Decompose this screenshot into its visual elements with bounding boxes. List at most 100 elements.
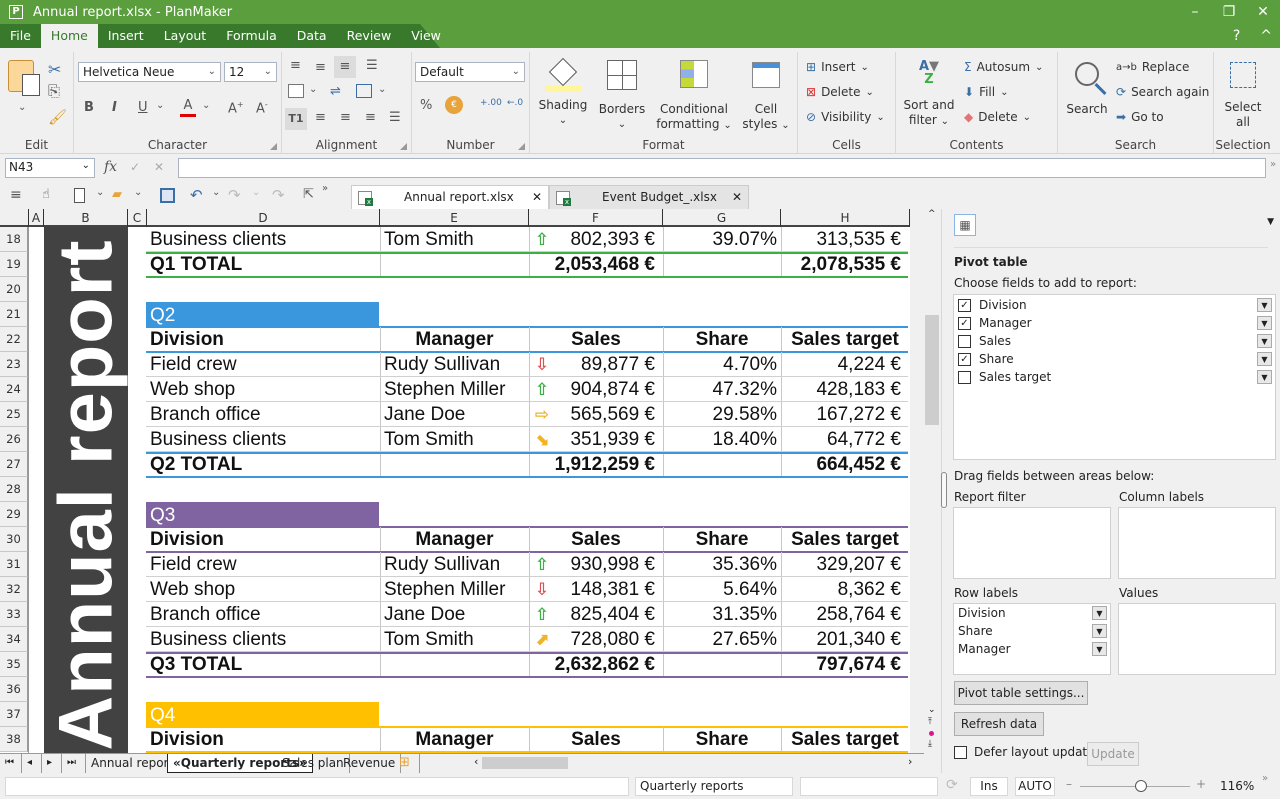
row-header[interactable]: 35 xyxy=(0,652,28,677)
row-label-item[interactable]: Share xyxy=(958,624,993,638)
menu-formula[interactable]: Formula xyxy=(216,24,287,48)
column-header-d[interactable]: D xyxy=(147,209,380,227)
column-labels-area[interactable] xyxy=(1118,507,1276,579)
paste-dropdown-icon[interactable]: ⌄ xyxy=(18,102,26,113)
report-filter-area[interactable] xyxy=(953,507,1111,579)
total-target-cell[interactable]: 797,674 € xyxy=(781,652,901,677)
target-cell[interactable]: 428,183 € xyxy=(781,377,901,402)
row-header[interactable]: 20 xyxy=(0,277,28,302)
manager-cell[interactable]: Jane Doe xyxy=(384,602,528,627)
field-checkbox[interactable]: ✓ xyxy=(958,352,971,366)
sales-cell[interactable]: 148,381 € xyxy=(529,577,655,602)
borders-dropdown-icon[interactable]: ⌄ xyxy=(378,84,386,95)
panel-menu-dropdown-icon[interactable]: ▼ xyxy=(1267,217,1274,227)
fx-icon[interactable]: fx xyxy=(104,159,117,175)
underline-dropdown-icon[interactable]: ⌄ xyxy=(156,100,164,111)
row-label-dropdown-icon[interactable]: ▼ xyxy=(1092,606,1107,620)
manager-cell[interactable]: Stephen Miller xyxy=(384,377,528,402)
division-cell[interactable]: Web shop xyxy=(150,577,378,602)
row-header[interactable]: 31 xyxy=(0,552,28,577)
sales-cell[interactable]: 930,998 € xyxy=(529,552,655,577)
align-justify-vertical-icon[interactable]: ☰ xyxy=(366,58,378,73)
fill-button[interactable]: ⬇ Fill ⌄ xyxy=(964,85,1008,99)
prev-sheet-icon[interactable]: ◂ xyxy=(22,754,42,773)
close-tab-icon[interactable]: ✕ xyxy=(732,186,742,208)
align-bottom-icon[interactable]: ≡ xyxy=(334,56,356,78)
goto-button[interactable]: ➡ Go to xyxy=(1116,110,1164,124)
sort-filter-button[interactable]: A▼ Z Sort and filter ⌄ xyxy=(902,58,956,129)
target-cell[interactable]: 167,272 € xyxy=(781,402,901,427)
column-header-g[interactable]: G xyxy=(663,209,781,227)
select-all-corner[interactable] xyxy=(0,209,29,227)
sales-cell[interactable]: 825,404 € xyxy=(529,602,655,627)
number-dialog-launcher[interactable] xyxy=(518,143,525,150)
cell-reference-box[interactable]: N43 ⌄ xyxy=(5,158,95,178)
row-header[interactable]: 24 xyxy=(0,377,28,402)
total-target-cell[interactable]: 664,452 € xyxy=(781,452,901,477)
row-header[interactable]: 18 xyxy=(0,227,28,252)
copy-icon[interactable]: ⎘ xyxy=(48,82,60,100)
menu-file[interactable]: File xyxy=(0,24,41,48)
open-folder-icon[interactable]: ▰ xyxy=(112,187,122,202)
row-header[interactable]: 29 xyxy=(0,502,28,527)
character-dialog-launcher[interactable] xyxy=(270,143,277,150)
target-cell[interactable]: 64,772 € xyxy=(781,427,901,452)
last-sheet-icon[interactable]: ⏭ xyxy=(62,754,86,773)
bold-button[interactable]: B xyxy=(84,100,94,115)
status-more-icon[interactable]: » xyxy=(1262,773,1268,784)
row-labels-area[interactable]: Division ▼ Share ▼ Manager ▼ xyxy=(953,603,1111,675)
previous-page-icon[interactable]: ⤒ xyxy=(928,717,932,727)
first-sheet-icon[interactable]: ⏮ xyxy=(0,754,22,773)
new-document-icon[interactable] xyxy=(74,188,85,203)
row-header[interactable]: 33 xyxy=(0,602,28,627)
field-checkbox[interactable] xyxy=(958,370,971,384)
next-sheet-icon[interactable]: ▸ xyxy=(42,754,62,773)
search-button[interactable]: Search xyxy=(1064,58,1110,117)
new-dropdown-icon[interactable]: ⌄ xyxy=(96,187,104,198)
total-target-cell[interactable]: 2,078,535 € xyxy=(781,252,901,277)
horizontal-scrollbar[interactable]: ‹ › xyxy=(470,754,924,773)
menu-data[interactable]: Data xyxy=(287,24,337,48)
expand-formula-icon[interactable]: » xyxy=(1270,159,1276,170)
repeat-icon[interactable]: ↷ xyxy=(272,186,285,204)
row-header[interactable]: 19 xyxy=(0,252,28,277)
align-right-icon[interactable]: ≡ xyxy=(365,110,376,125)
sales-cell[interactable]: 904,874 € xyxy=(529,377,655,402)
increase-decimal-icon[interactable]: +.00 xyxy=(480,98,502,108)
row-header[interactable]: 26 xyxy=(0,427,28,452)
update-button[interactable]: Update xyxy=(1087,742,1139,766)
target-cell[interactable]: 313,535 € xyxy=(781,227,901,252)
borders-button[interactable]: Borders ⌄ xyxy=(594,58,650,132)
field-dropdown-icon[interactable]: ▼ xyxy=(1257,370,1272,384)
cancel-icon[interactable]: ✕ xyxy=(154,160,164,174)
field-dropdown-icon[interactable]: ▼ xyxy=(1257,316,1272,330)
share-cell[interactable]: 31.35% xyxy=(663,602,777,627)
zoom-slider[interactable] xyxy=(1080,780,1190,792)
manager-cell[interactable]: Jane Doe xyxy=(384,402,528,427)
row-label-dropdown-icon[interactable]: ▼ xyxy=(1092,624,1107,638)
doc-tab-annual-report[interactable]: Annual report.xlsx ✕ xyxy=(351,185,549,209)
row-header[interactable]: 21 xyxy=(0,302,28,327)
redo-dropdown-icon[interactable]: ⌄ xyxy=(252,187,260,198)
cut-icon[interactable]: ✂ xyxy=(48,60,61,79)
share-cell[interactable]: 35.36% xyxy=(663,552,777,577)
justify-icon[interactable]: ☰ xyxy=(389,110,401,125)
hamburger-menu-icon[interactable]: ≡ xyxy=(10,187,22,203)
field-dropdown-icon[interactable]: ▼ xyxy=(1257,352,1272,366)
share-cell[interactable]: 5.64% xyxy=(663,577,777,602)
menu-insert[interactable]: Insert xyxy=(98,24,154,48)
insert-cells-button[interactable]: ⊞ Insert ⌄ xyxy=(806,60,869,74)
text-direction-icon[interactable]: T1 xyxy=(285,108,307,130)
target-cell[interactable]: 4,224 € xyxy=(781,352,901,377)
pivot-field-item[interactable]: ✓ Manager xyxy=(958,316,1032,330)
sheet-tab[interactable]: Annual report xyxy=(86,754,180,773)
currency-icon[interactable]: € xyxy=(445,96,463,114)
insert-mode-indicator[interactable]: Ins xyxy=(970,777,1008,796)
target-cell[interactable]: 329,207 € xyxy=(781,552,901,577)
share-cell[interactable]: 47.32% xyxy=(663,377,777,402)
select-all-button[interactable]: Select all xyxy=(1218,58,1268,130)
column-header-c[interactable]: C xyxy=(128,209,147,227)
row-header[interactable]: 22 xyxy=(0,327,28,352)
underline-button[interactable]: U xyxy=(138,100,148,115)
row-header[interactable]: 28 xyxy=(0,477,28,502)
